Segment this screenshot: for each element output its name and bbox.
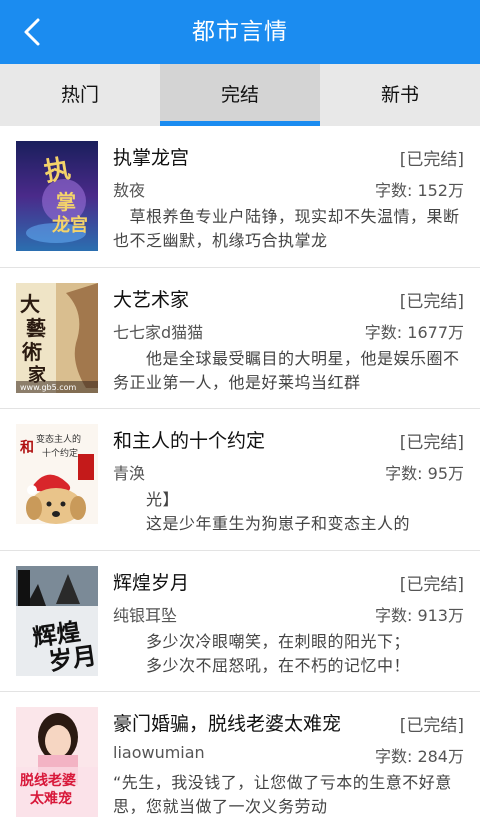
book-item[interactable]: 执 掌 龙宫 执掌龙宫 [已完结] 敖夜 字数: 152万 草根养鱼专业户陆铮，… <box>0 126 480 268</box>
word-count: 字数: 913万 <box>374 605 464 625</box>
book-description: 多少次冷眼嘲笑，在刺眼的阳光下； 多少次不屈怒吼，在不朽的记忆中！ <box>146 631 411 675</box>
svg-text:脱线老婆: 脱线老婆 <box>20 772 76 789</box>
status-badge: [已完结] <box>399 291 464 312</box>
book-title: 执掌龙宫 <box>113 147 190 169</box>
book-author: liaowumian <box>113 743 205 762</box>
book-item[interactable]: 大 藝 術 家 www.gb5.com 大艺术家 [已完结] 七七家d猫猫 字数… <box>0 268 480 409</box>
book-cover: 和 变态主人的 十个约定 <box>16 424 98 534</box>
book-description: 光】 这是少年重生为狗崽子和变态主人的 <box>146 490 411 533</box>
tab-new[interactable]: 新书 <box>320 64 480 126</box>
tab-completed[interactable]: 完结 <box>160 64 320 126</box>
book-description: 他是全球最受瞩目的大明星，他是娱乐圈不务正业第一人，他是好莱坞当红群 <box>113 348 460 392</box>
svg-text:術: 術 <box>21 340 42 364</box>
status-badge: [已完结] <box>399 433 464 453</box>
book-description: 草根养鱼专业户陆铮，现实却不失温情，果断也不乏幽默，机缘巧合执掌龙 <box>113 207 460 250</box>
book-cover: 辉煌 岁月 <box>16 565 98 676</box>
svg-text:变态主人的: 变态主人的 <box>36 433 81 445</box>
book-list: 执 掌 龙宫 执掌龙宫 [已完结] 敖夜 字数: 152万 草根养鱼专业户陆铮，… <box>0 126 480 830</box>
status-badge: [已完结] <box>399 574 464 595</box>
svg-text:龙宫: 龙宫 <box>52 214 88 236</box>
book-cover: 执 掌 龙宫 <box>16 141 98 251</box>
book-cover: 大 藝 術 家 www.gb5.com <box>16 282 98 393</box>
page-title: 都市言情 <box>192 19 288 45</box>
status-badge: [已完结] <box>399 150 464 170</box>
tab-bar: 热门 完结 新书 <box>0 64 480 126</box>
book-title: 大艺术家 <box>113 288 190 311</box>
book-title: 辉煌岁月 <box>113 571 190 594</box>
book-item[interactable]: 辉煌 岁月 辉煌岁月 [已完结] 纯银耳坠 字数: 913万 多少次冷眼嘲笑，在… <box>0 551 480 692</box>
word-count: 字数: 152万 <box>374 181 464 200</box>
word-count: 字数: 284万 <box>374 747 464 766</box>
book-title: 豪门婚骗，脱线老婆太难宠 <box>113 713 342 735</box>
word-count: 字数: 95万 <box>385 464 464 483</box>
book-title: 和主人的十个约定 <box>113 430 266 452</box>
app-header: 都市言情 <box>0 0 480 64</box>
svg-text:藝: 藝 <box>26 316 46 340</box>
book-description: “先生，我没钱了，让您做了亏本的生意不好意思，您就当做了一次义务劳动 <box>113 773 452 816</box>
book-item[interactable]: 和 变态主人的 十个约定 和主人的十个约定 [已完结] 青涣 字数: 95万 光… <box>0 409 480 551</box>
book-cover: 脱线老婆 太难宠 <box>16 707 98 817</box>
svg-text:太难宠: 太难宠 <box>30 790 72 807</box>
book-author: 纯银耳坠 <box>113 605 178 625</box>
book-author: 敖夜 <box>113 181 146 200</box>
svg-text:掌: 掌 <box>56 190 76 214</box>
svg-text:十个约定: 十个约定 <box>42 447 78 459</box>
svg-text:www.gb5.com: www.gb5.com <box>20 383 77 392</box>
svg-text:大: 大 <box>20 292 40 316</box>
book-item[interactable]: 脱线老婆 太难宠 豪门婚骗，脱线老婆太难宠 [已完结] liaowumian 字… <box>0 692 480 830</box>
svg-text:执: 执 <box>42 154 73 188</box>
svg-text:和: 和 <box>20 440 34 456</box>
status-badge: [已完结] <box>399 716 464 736</box>
book-author: 青涣 <box>113 464 146 483</box>
tab-hot[interactable]: 热门 <box>0 64 160 126</box>
book-author: 七七家d猫猫 <box>113 322 204 342</box>
word-count: 字数: 1677万 <box>364 322 464 342</box>
